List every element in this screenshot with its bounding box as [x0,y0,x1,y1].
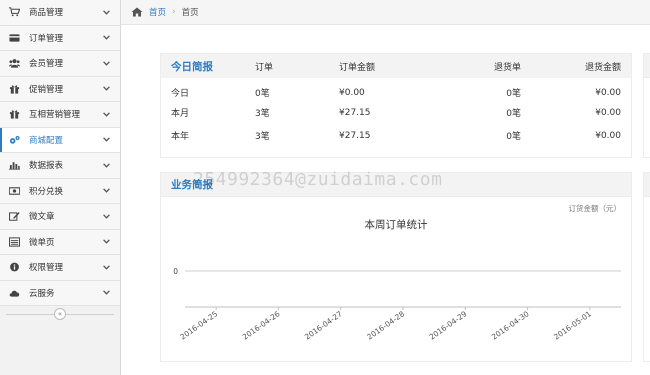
y-tick-label: 0 [173,267,178,276]
summary-header-row: 今日简报 订单 订单金额 退货单 退货金额 [161,54,631,78]
row-returns: 0笔 [506,109,521,119]
col-refund-amount: 退货金额 [584,62,621,73]
sidebar-item-4[interactable]: 互相营销管理 [0,102,120,128]
sidebar-item-10[interactable]: 权限管理 [0,255,120,281]
row-returns: 0笔 [506,132,521,142]
cogs-icon [8,135,20,145]
sidebar-item-label: 微文章 [29,212,55,223]
chevron-down-icon[interactable] [101,112,111,117]
row-orders: 0笔 [255,89,270,99]
summary-table: 今日简报 订单 订单金额 退货单 退货金额 今日 0笔 ¥0.00 0笔 ¥0.00 本月… [161,54,631,147]
row-refund: ¥0.00 [595,130,621,141]
sidebar-item-5[interactable]: 商城配置 [0,127,120,153]
sidebar-item-8[interactable]: 微文章 [0,204,120,230]
chevron-down-icon[interactable] [101,239,111,244]
row-period: 本年 [171,132,190,142]
right-panel-stub-top [643,53,650,158]
cloud-icon [8,288,20,298]
sidebar-item-0[interactable]: 商品管理 [0,0,120,26]
sidebar-item-label: 互相营销管理 [29,110,81,121]
chevron-down-icon[interactable] [101,265,111,270]
x-tick-label: 2016-04-30 [490,309,531,342]
sidebar-item-label: 订单管理 [29,33,64,44]
col-order-amount: 订单金额 [339,62,376,73]
row-returns: 0笔 [506,89,521,99]
users-icon [8,58,20,68]
summary-row: 本月 3笔 ¥27.15 0笔 ¥0.00 [161,101,631,124]
row-orders: 3笔 [255,109,270,119]
x-tick-label: 2016-04-29 [428,309,469,342]
chevron-down-icon[interactable] [101,86,111,91]
sidebar-item-7[interactable]: 积分兑换 [0,178,120,204]
home-icon[interactable] [131,7,143,17]
info-icon [8,262,20,272]
sidebar-item-label: 商品管理 [29,8,64,19]
sidebar-item-1[interactable]: 订单管理 [0,25,120,51]
sidebar-item-label: 微单页 [29,237,55,248]
x-tick-label: 2016-05-01 [552,309,593,342]
sidebar-item-label: 商城配置 [29,135,64,146]
sidebar-item-11[interactable]: 云服务 [0,280,120,306]
sidebar-item-9[interactable]: 微单页 [0,229,120,255]
gift-icon [8,109,20,119]
list-card-icon [8,237,20,247]
right-panel-stub-bottom [643,172,650,362]
row-orders: 3笔 [255,132,270,142]
breadcrumb-current: 首页 [181,8,199,18]
sidebar-item-label: 促销管理 [29,84,64,95]
chevron-down-icon[interactable] [101,10,111,15]
sidebar-nav: 商品管理订单管理会员管理促销管理互相营销管理 商城配置数据报表积分兑换微文章微单页… [0,0,120,306]
cart-icon [8,7,20,17]
chevron-down-icon[interactable] [101,163,111,168]
sidebar-item-label: 数据报表 [29,161,64,172]
sidebar-item-label: 云服务 [29,288,55,299]
breadcrumb-home-link[interactable]: 首页 [149,6,166,18]
collapse-sidebar-button[interactable]: « [54,308,66,320]
bar-chart-icon [8,160,20,170]
summary-row: 本年 3笔 ¥27.15 0笔 ¥0.00 [161,124,631,147]
business-summary-panel: 业务简报 订货金额（元） 本周订单统计 0 2016-04-25 2016-04-2… [160,172,632,362]
x-tick-label: 2016-04-25 [178,309,219,342]
chevron-down-icon[interactable] [101,35,111,40]
chevron-down-icon[interactable] [101,188,111,193]
row-refund: ¥0.00 [595,107,621,118]
sidebar-item-label: 权限管理 [29,263,64,274]
x-tick-label: 2016-04-27 [303,309,344,342]
gift-icon [8,84,20,94]
sidebar-item-label: 积分兑换 [29,186,64,197]
row-amount: ¥27.15 [339,130,371,141]
sidebar: 商品管理订单管理会员管理促销管理互相营销管理 商城配置数据报表积分兑换微文章微单页… [0,0,121,375]
x-tick-label: 2016-04-26 [241,309,282,342]
breadcrumb: 首页 › 首页 [121,0,650,25]
summary-title: 今日简报 [171,60,213,73]
chevron-down-icon[interactable] [101,137,111,142]
sidebar-item-label: 会员管理 [29,59,64,70]
chevron-down-icon[interactable] [101,214,111,219]
col-returns: 退货单 [493,62,521,73]
sidebar-item-2[interactable]: 会员管理 [0,51,120,77]
sidebar-item-3[interactable]: 促销管理 [0,76,120,102]
chevron-down-icon[interactable] [101,61,111,66]
card-icon [8,33,20,43]
row-period: 今日 [171,89,190,99]
row-amount: ¥27.15 [339,107,371,118]
weekly-orders-chart: 0 2016-04-25 2016-04-26 2016-04-27 2016-04-2… [173,267,621,342]
sidebar-item-6[interactable]: 数据报表 [0,153,120,179]
summary-row: 今日 0笔 ¥0.00 0笔 ¥0.00 [161,78,631,101]
x-tick-label: 2016-04-28 [365,309,406,342]
breadcrumb-separator: › [172,7,176,17]
row-amount: ¥0.00 [339,87,365,98]
row-period: 本月 [171,109,190,119]
chevron-down-icon[interactable] [101,290,111,295]
col-orders: 订单 [255,62,274,73]
row-refund: ¥0.00 [595,87,621,98]
today-summary-panel: 今日简报 订单 订单金额 退货单 退货金额 今日 0笔 ¥0.00 0笔 ¥0.00 本月… [160,53,632,158]
sidebar-collapse-row: « [0,306,120,322]
money-icon [8,186,20,196]
edit-icon [8,211,20,221]
